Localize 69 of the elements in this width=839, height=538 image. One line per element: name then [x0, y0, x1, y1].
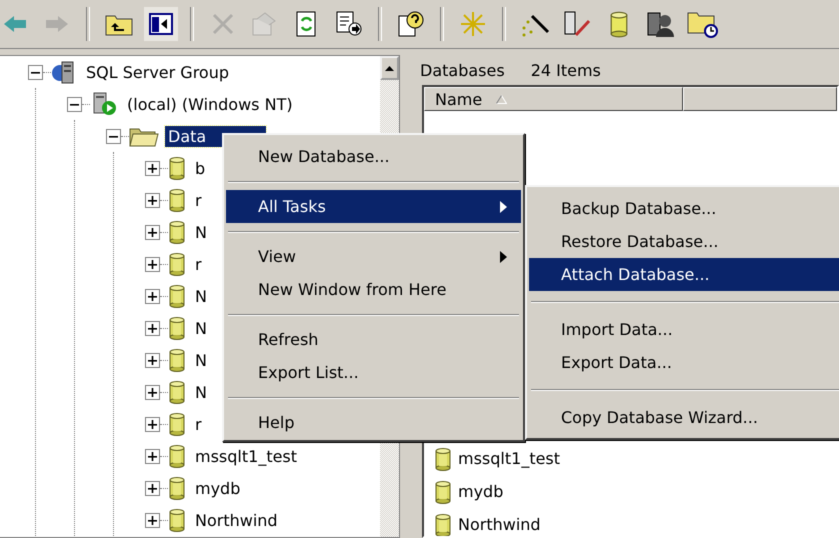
database-icon: [168, 348, 186, 372]
item-count: 24 Items: [530, 60, 601, 80]
database-icon: [168, 444, 186, 468]
column-label: Name: [435, 90, 482, 108]
expander-icon[interactable]: [145, 256, 160, 272]
menu-item[interactable]: Attach Database...: [529, 258, 839, 291]
list-item[interactable]: mydb: [458, 482, 504, 501]
list-item[interactable]: Northwind: [458, 515, 541, 534]
tree-item[interactable]: r: [192, 190, 205, 210]
tree-item[interactable]: mssqlt1_test: [192, 446, 300, 466]
menu-item[interactable]: Export Data...: [529, 346, 839, 379]
database-icon: [168, 188, 186, 212]
expander-icon[interactable]: [145, 352, 160, 368]
expander-icon[interactable]: [145, 512, 160, 528]
expander-icon[interactable]: [145, 224, 160, 240]
database-icon: [434, 512, 452, 536]
tree-item[interactable]: (local) (Windows NT): [124, 94, 296, 114]
list-item[interactable]: mssqlt1_test: [458, 449, 560, 468]
menu-item[interactable]: New Window from Here: [226, 273, 521, 306]
tree-item[interactable]: N: [192, 382, 210, 402]
menu-item[interactable]: Import Data...: [529, 313, 839, 346]
database-icon: [168, 284, 186, 308]
database-icon: [168, 380, 186, 404]
tree-item[interactable]: b: [192, 158, 208, 178]
tree-item[interactable]: N: [192, 222, 210, 242]
expander-icon[interactable]: [145, 448, 160, 464]
tree-item[interactable]: mydb: [192, 478, 244, 498]
database-icon: [168, 476, 186, 500]
scroll-up-button[interactable]: [380, 56, 399, 80]
toolbar-button[interactable]: [144, 7, 178, 41]
expander-icon[interactable]: [28, 64, 43, 80]
expander-icon[interactable]: [145, 384, 160, 400]
expander-icon[interactable]: [145, 160, 160, 176]
expander-icon[interactable]: [145, 192, 160, 208]
menu-item[interactable]: Backup Database...: [529, 192, 839, 225]
panel-toggle-icon[interactable]: [149, 13, 173, 35]
column-header[interactable]: [683, 87, 837, 111]
tree-item[interactable]: Northwind: [192, 510, 281, 530]
database-icon: [168, 508, 186, 532]
database-icon: [168, 220, 186, 244]
pane-title: Databases: [420, 60, 505, 80]
menu-item[interactable]: Help: [226, 406, 521, 439]
tree-item[interactable]: N: [192, 286, 210, 306]
menu-item[interactable]: View: [226, 240, 521, 273]
column-header[interactable]: Name: [424, 87, 684, 111]
tree-item[interactable]: SQL Server Group: [83, 62, 232, 82]
menu-item[interactable]: Copy Database Wizard...: [529, 401, 839, 434]
expander-icon[interactable]: [145, 480, 160, 496]
expander-icon[interactable]: [67, 96, 82, 112]
expander-icon[interactable]: [145, 416, 160, 432]
database-icon: [168, 252, 186, 276]
database-icon: [434, 446, 452, 470]
tree-item[interactable]: r: [192, 254, 205, 274]
up-arrow-icon: [385, 66, 394, 70]
database-icon[interactable]: [609, 10, 629, 38]
database-icon: [168, 316, 186, 340]
menu-item[interactable]: Restore Database...: [529, 225, 839, 258]
tree-item[interactable]: N: [192, 318, 210, 338]
database-icon: [168, 156, 186, 180]
menu-item[interactable]: Refresh: [226, 323, 521, 356]
tree-item[interactable]: N: [192, 350, 210, 370]
expander-icon[interactable]: [145, 320, 160, 336]
menu-item[interactable]: Export List...: [226, 356, 521, 389]
expander-icon[interactable]: [106, 128, 121, 144]
expander-icon[interactable]: [145, 288, 160, 304]
menu-item[interactable]: All Tasks: [226, 190, 521, 223]
database-icon: [168, 412, 186, 436]
database-icon: [434, 480, 452, 504]
tree-item[interactable]: r: [192, 414, 205, 434]
